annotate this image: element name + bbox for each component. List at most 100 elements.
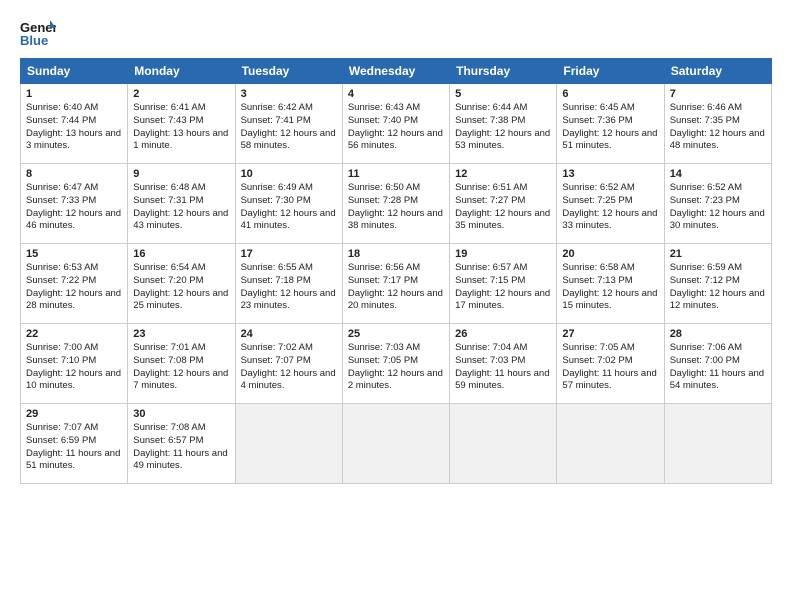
day-number: 3: [241, 88, 337, 100]
calendar-cell: 9 Sunrise: 6:48 AMSunset: 7:31 PMDaylight…: [128, 164, 235, 244]
day-info: Sunrise: 7:01 AMSunset: 7:08 PMDaylight:…: [133, 342, 229, 393]
day-info: Sunrise: 6:54 AMSunset: 7:20 PMDaylight:…: [133, 262, 229, 313]
day-number: 7: [670, 88, 766, 100]
day-number: 28: [670, 328, 766, 340]
day-number: 24: [241, 328, 337, 340]
calendar-cell: [664, 404, 771, 484]
day-number: 16: [133, 248, 229, 260]
calendar-cell: 17 Sunrise: 6:55 AMSunset: 7:18 PMDayligh…: [235, 244, 342, 324]
day-number: 15: [26, 248, 122, 260]
calendar-cell: 16 Sunrise: 6:54 AMSunset: 7:20 PMDayligh…: [128, 244, 235, 324]
day-info: Sunrise: 7:07 AMSunset: 6:59 PMDaylight:…: [26, 422, 122, 473]
day-info: Sunrise: 7:04 AMSunset: 7:03 PMDaylight:…: [455, 342, 551, 393]
day-number: 4: [348, 88, 444, 100]
day-info: Sunrise: 6:49 AMSunset: 7:30 PMDaylight:…: [241, 182, 337, 233]
day-info: Sunrise: 6:46 AMSunset: 7:35 PMDaylight:…: [670, 102, 766, 153]
calendar-cell: 30 Sunrise: 7:08 AMSunset: 6:57 PMDayligh…: [128, 404, 235, 484]
weekday-header-saturday: Saturday: [664, 59, 771, 84]
day-info: Sunrise: 6:52 AMSunset: 7:25 PMDaylight:…: [562, 182, 658, 233]
calendar-cell: 20 Sunrise: 6:58 AMSunset: 7:13 PMDayligh…: [557, 244, 664, 324]
day-info: Sunrise: 6:40 AMSunset: 7:44 PMDaylight:…: [26, 102, 122, 153]
day-info: Sunrise: 7:05 AMSunset: 7:02 PMDaylight:…: [562, 342, 658, 393]
calendar-cell: 28 Sunrise: 7:06 AMSunset: 7:00 PMDayligh…: [664, 324, 771, 404]
day-number: 29: [26, 408, 122, 420]
day-info: Sunrise: 6:47 AMSunset: 7:33 PMDaylight:…: [26, 182, 122, 233]
day-number: 30: [133, 408, 229, 420]
day-number: 9: [133, 168, 229, 180]
calendar-cell: 27 Sunrise: 7:05 AMSunset: 7:02 PMDayligh…: [557, 324, 664, 404]
day-number: 13: [562, 168, 658, 180]
day-number: 11: [348, 168, 444, 180]
day-number: 18: [348, 248, 444, 260]
day-info: Sunrise: 6:59 AMSunset: 7:12 PMDaylight:…: [670, 262, 766, 313]
logo-icon: General Blue: [20, 18, 56, 48]
day-info: Sunrise: 7:08 AMSunset: 6:57 PMDaylight:…: [133, 422, 229, 473]
day-info: Sunrise: 6:44 AMSunset: 7:38 PMDaylight:…: [455, 102, 551, 153]
calendar-cell: 25 Sunrise: 7:03 AMSunset: 7:05 PMDayligh…: [342, 324, 449, 404]
calendar-cell: 21 Sunrise: 6:59 AMSunset: 7:12 PMDayligh…: [664, 244, 771, 324]
weekday-header-sunday: Sunday: [21, 59, 128, 84]
day-info: Sunrise: 6:42 AMSunset: 7:41 PMDaylight:…: [241, 102, 337, 153]
calendar-cell: 14 Sunrise: 6:52 AMSunset: 7:23 PMDayligh…: [664, 164, 771, 244]
calendar-cell: 13 Sunrise: 6:52 AMSunset: 7:25 PMDayligh…: [557, 164, 664, 244]
day-number: 26: [455, 328, 551, 340]
day-info: Sunrise: 6:50 AMSunset: 7:28 PMDaylight:…: [348, 182, 444, 233]
calendar-cell: [342, 404, 449, 484]
weekday-header-tuesday: Tuesday: [235, 59, 342, 84]
day-number: 23: [133, 328, 229, 340]
day-info: Sunrise: 7:02 AMSunset: 7:07 PMDaylight:…: [241, 342, 337, 393]
day-info: Sunrise: 6:56 AMSunset: 7:17 PMDaylight:…: [348, 262, 444, 313]
calendar-cell: [450, 404, 557, 484]
day-info: Sunrise: 7:00 AMSunset: 7:10 PMDaylight:…: [26, 342, 122, 393]
day-number: 19: [455, 248, 551, 260]
day-number: 1: [26, 88, 122, 100]
weekday-header-monday: Monday: [128, 59, 235, 84]
calendar-cell: 26 Sunrise: 7:04 AMSunset: 7:03 PMDayligh…: [450, 324, 557, 404]
calendar-cell: 3 Sunrise: 6:42 AMSunset: 7:41 PMDaylight…: [235, 84, 342, 164]
day-number: 25: [348, 328, 444, 340]
calendar-cell: 10 Sunrise: 6:49 AMSunset: 7:30 PMDayligh…: [235, 164, 342, 244]
calendar-cell: 5 Sunrise: 6:44 AMSunset: 7:38 PMDaylight…: [450, 84, 557, 164]
day-info: Sunrise: 7:06 AMSunset: 7:00 PMDaylight:…: [670, 342, 766, 393]
header: General Blue: [20, 18, 772, 48]
weekday-header-friday: Friday: [557, 59, 664, 84]
page: General Blue SundayMondayTuesdayWednesda…: [0, 0, 792, 612]
calendar-cell: 7 Sunrise: 6:46 AMSunset: 7:35 PMDaylight…: [664, 84, 771, 164]
day-info: Sunrise: 6:58 AMSunset: 7:13 PMDaylight:…: [562, 262, 658, 313]
calendar-cell: 12Sunrise: 6:51 AMSunset: 7:27 PMDayligh…: [450, 164, 557, 244]
calendar-cell: 19 Sunrise: 6:57 AMSunset: 7:15 PMDayligh…: [450, 244, 557, 324]
day-number: 14: [670, 168, 766, 180]
logo: General Blue: [20, 18, 56, 48]
calendar-cell: 29 Sunrise: 7:07 AMSunset: 6:59 PMDayligh…: [21, 404, 128, 484]
day-info: Sunrise: 6:57 AMSunset: 7:15 PMDaylight:…: [455, 262, 551, 313]
day-info: Sunrise: 6:53 AMSunset: 7:22 PMDaylight:…: [26, 262, 122, 313]
day-info: Sunrise: 7:03 AMSunset: 7:05 PMDaylight:…: [348, 342, 444, 393]
calendar-cell: 2Sunrise: 6:41 AMSunset: 7:43 PMDaylight…: [128, 84, 235, 164]
calendar-cell: 24 Sunrise: 7:02 AMSunset: 7:07 PMDayligh…: [235, 324, 342, 404]
day-info: Sunrise: 6:43 AMSunset: 7:40 PMDaylight:…: [348, 102, 444, 153]
calendar-cell: [235, 404, 342, 484]
day-number: 10: [241, 168, 337, 180]
svg-text:Blue: Blue: [20, 33, 48, 48]
calendar-cell: 8 Sunrise: 6:47 AMSunset: 7:33 PMDaylight…: [21, 164, 128, 244]
day-number: 8: [26, 168, 122, 180]
day-number: 6: [562, 88, 658, 100]
day-number: 17: [241, 248, 337, 260]
day-info: Sunrise: 6:41 AMSunset: 7:43 PMDaylight:…: [133, 102, 229, 153]
calendar-cell: 18 Sunrise: 6:56 AMSunset: 7:17 PMDayligh…: [342, 244, 449, 324]
day-info: Sunrise: 6:55 AMSunset: 7:18 PMDaylight:…: [241, 262, 337, 313]
calendar-cell: 6 Sunrise: 6:45 AMSunset: 7:36 PMDaylight…: [557, 84, 664, 164]
day-info: Sunrise: 6:51 AMSunset: 7:27 PMDaylight:…: [455, 182, 551, 233]
day-info: Sunrise: 6:45 AMSunset: 7:36 PMDaylight:…: [562, 102, 658, 153]
day-info: Sunrise: 6:48 AMSunset: 7:31 PMDaylight:…: [133, 182, 229, 233]
day-number: 5: [455, 88, 551, 100]
day-info: Sunrise: 6:52 AMSunset: 7:23 PMDaylight:…: [670, 182, 766, 233]
day-number: 27: [562, 328, 658, 340]
calendar-cell: 22Sunrise: 7:00 AMSunset: 7:10 PMDayligh…: [21, 324, 128, 404]
day-number: 21: [670, 248, 766, 260]
calendar-table: SundayMondayTuesdayWednesdayThursdayFrid…: [20, 58, 772, 484]
calendar-cell: 11 Sunrise: 6:50 AMSunset: 7:28 PMDayligh…: [342, 164, 449, 244]
calendar-cell: [557, 404, 664, 484]
calendar-cell: 15 Sunrise: 6:53 AMSunset: 7:22 PMDayligh…: [21, 244, 128, 324]
day-number: 20: [562, 248, 658, 260]
